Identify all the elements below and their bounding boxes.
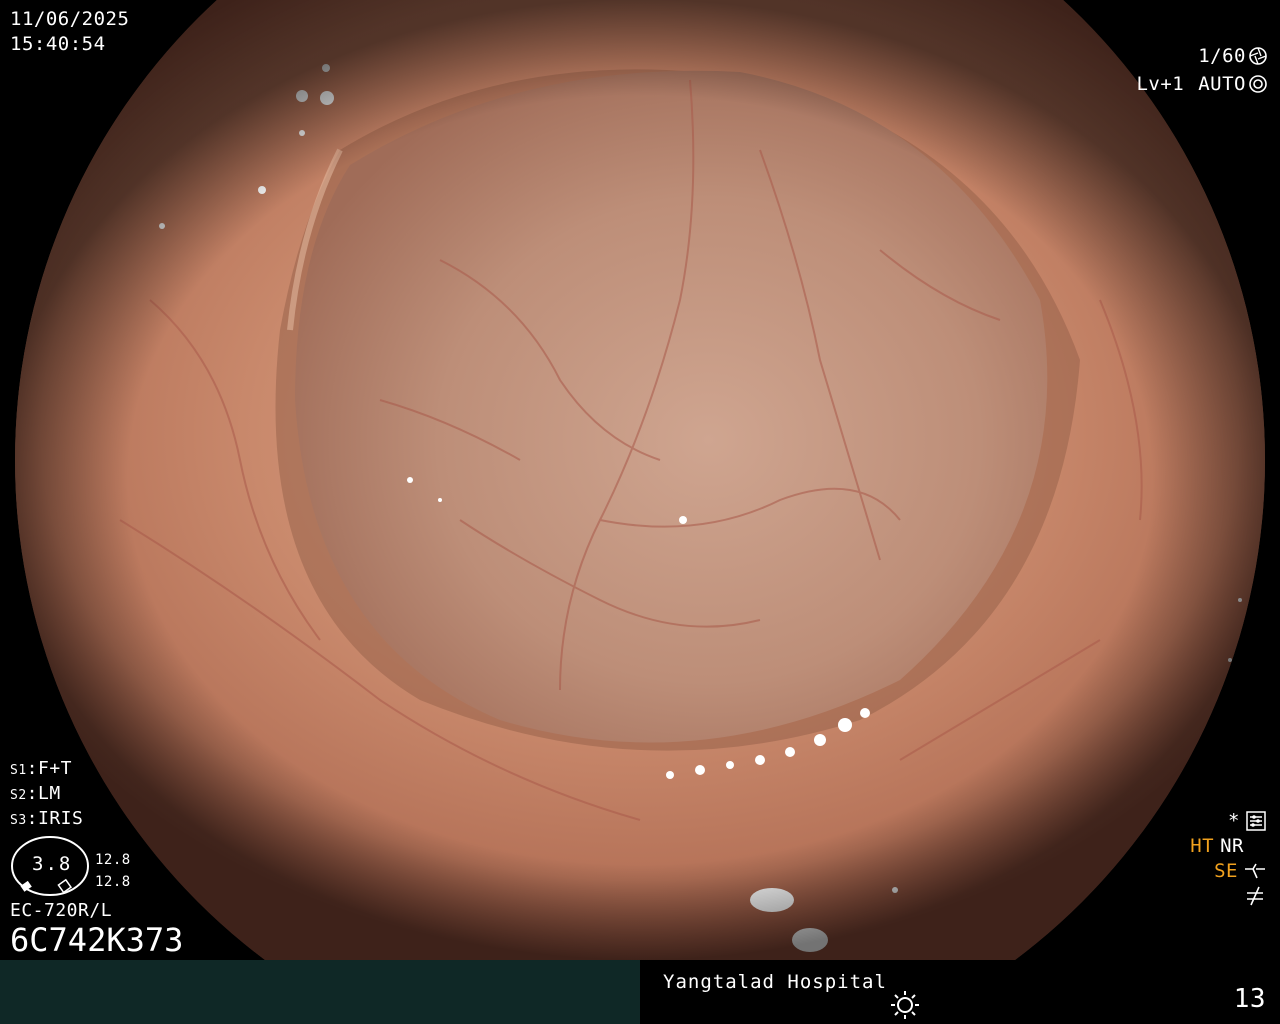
frame-number: 13 <box>1233 984 1266 1014</box>
switch-3-row: S3:IRIS <box>10 808 84 829</box>
switch-3-value: IRIS <box>38 808 84 829</box>
switch-1-label: S1 <box>10 763 27 778</box>
endoscopic-image <box>0 0 1280 960</box>
gauge-bottom-value: 12.8 <box>95 874 131 890</box>
datetime-display: 11/06/2025 15:40:54 <box>10 8 129 58</box>
switch-2-value: LM <box>38 783 61 804</box>
time-text: 15:40:54 <box>10 33 106 55</box>
date-text: 11/06/2025 <box>10 8 130 30</box>
switch-2-label: S2 <box>10 788 27 803</box>
switch-1-row: S1:F+T <box>10 758 73 779</box>
exposure-display: 1/60 Lv+1 AUTO <box>1136 42 1268 98</box>
ht-indicator: HT <box>1190 834 1215 857</box>
iris-icon <box>1249 75 1267 93</box>
gauge-top-value: 12.8 <box>95 852 131 868</box>
shutter-icon <box>1249 47 1267 65</box>
scope-model: EC-720R/L <box>10 900 113 921</box>
brightness-icon <box>891 991 919 1019</box>
freeze-off-icon <box>1247 886 1263 905</box>
settings-panel-icon <box>1246 810 1266 831</box>
switch-3-label: S3 <box>10 813 27 828</box>
processing-indicators: * HT NR SE <box>1190 808 1266 908</box>
switch-2-row: S2:LM <box>10 783 61 804</box>
hospital-name: Yangtalad Hospital <box>663 971 887 993</box>
switch-1-value: F+T <box>38 758 73 779</box>
bottom-bar-left <box>0 960 640 1024</box>
nr-indicator: NR <box>1220 834 1244 857</box>
shutter-speed: 1/60 <box>1198 45 1246 67</box>
level-text: Lv+1 <box>1136 73 1185 95</box>
gauge-value: 3.8 <box>32 853 73 875</box>
star-indicator: * <box>1228 809 1240 832</box>
structure-enhance-icon <box>1245 863 1265 878</box>
se-indicator: SE <box>1214 859 1238 882</box>
mode-text: AUTO <box>1198 73 1246 95</box>
scope-serial: 6C742K373 <box>10 921 184 959</box>
scope-switch-settings: S1:F+T S2:LM S3:IRIS <box>10 758 83 833</box>
gauge-readouts: 12.8 12.8 <box>95 849 131 893</box>
